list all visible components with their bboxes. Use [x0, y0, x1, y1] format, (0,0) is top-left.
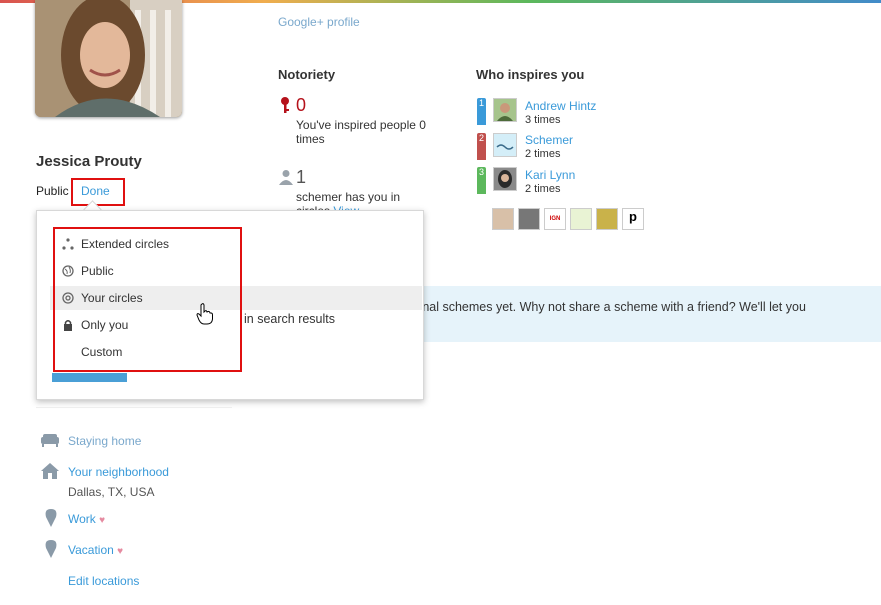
ign-logo-thumb[interactable]: IGN — [544, 208, 566, 230]
sofa-icon — [40, 432, 59, 448]
inspirer-thumb-4[interactable] — [570, 208, 592, 230]
schemer-avatar[interactable] — [493, 133, 517, 157]
profile-name: Jessica Prouty — [36, 153, 142, 170]
vacation-link[interactable]: Vacation — [68, 543, 114, 557]
notoriety-title: Notoriety — [278, 67, 336, 82]
kari-lynn-avatar[interactable] — [493, 167, 517, 191]
schemer-times: 2 times — [525, 148, 561, 160]
edit-locations-link[interactable]: Edit locations — [68, 574, 139, 588]
kari-lynn-link[interactable]: Kari Lynn — [525, 168, 575, 182]
staying-home-link[interactable]: Staying home — [68, 434, 141, 448]
inspired-text: You've inspired people 0 times — [296, 118, 426, 146]
schemer-link[interactable]: Schemer — [525, 133, 573, 147]
house-icon — [40, 462, 59, 479]
inspirer-thumb-5[interactable] — [596, 208, 618, 230]
google-plus-profile-link[interactable]: Google+ profile — [278, 15, 360, 29]
work-link[interactable]: Work — [68, 512, 96, 526]
rank-badge-2: 2 — [477, 133, 486, 160]
heart-icon: ♥ — [99, 515, 106, 526]
info-banner — [380, 286, 881, 342]
andrew-hintz-avatar[interactable] — [493, 98, 517, 122]
kari-lynn-times: 2 times — [525, 183, 561, 195]
visibility-row: Public — [36, 184, 69, 198]
map-pin-icon — [43, 539, 59, 558]
rank-badge-1: 1 — [477, 98, 486, 125]
person-icon — [278, 169, 294, 185]
work-location: Work ♥ — [68, 512, 105, 526]
neighborhood-place: Dallas, TX, USA — [68, 485, 155, 499]
who-inspires-title: Who inspires you — [476, 67, 585, 82]
p-logo-thumb[interactable]: p — [622, 208, 644, 230]
inspirer-thumb-2[interactable] — [518, 208, 540, 230]
circles-count: 1 — [296, 167, 307, 187]
hand-cursor-icon — [196, 303, 214, 325]
map-pin-icon — [43, 508, 59, 527]
key-icon — [279, 96, 291, 114]
search-results-text: in search results — [244, 312, 336, 326]
your-neighborhood-link[interactable]: Your neighborhood — [68, 465, 169, 479]
menu-highlight — [53, 227, 242, 372]
rank-badge-3: 3 — [477, 167, 486, 194]
save-visibility-button[interactable] — [52, 373, 127, 382]
visibility-label: Public — [36, 184, 69, 198]
profile-photo — [35, 0, 182, 117]
andrew-hintz-times: 3 times — [525, 114, 561, 126]
divider — [36, 407, 232, 408]
done-link[interactable]: Done — [81, 184, 110, 198]
heart-icon: ♥ — [117, 546, 124, 557]
vacation-location: Vacation ♥ — [68, 543, 123, 557]
andrew-hintz-link[interactable]: Andrew Hintz — [525, 99, 596, 113]
inspirer-thumb-1[interactable] — [492, 208, 514, 230]
inspired-count: 0 — [296, 95, 307, 115]
info-banner-text: rational schemes yet. Why not share a sc… — [398, 300, 806, 314]
